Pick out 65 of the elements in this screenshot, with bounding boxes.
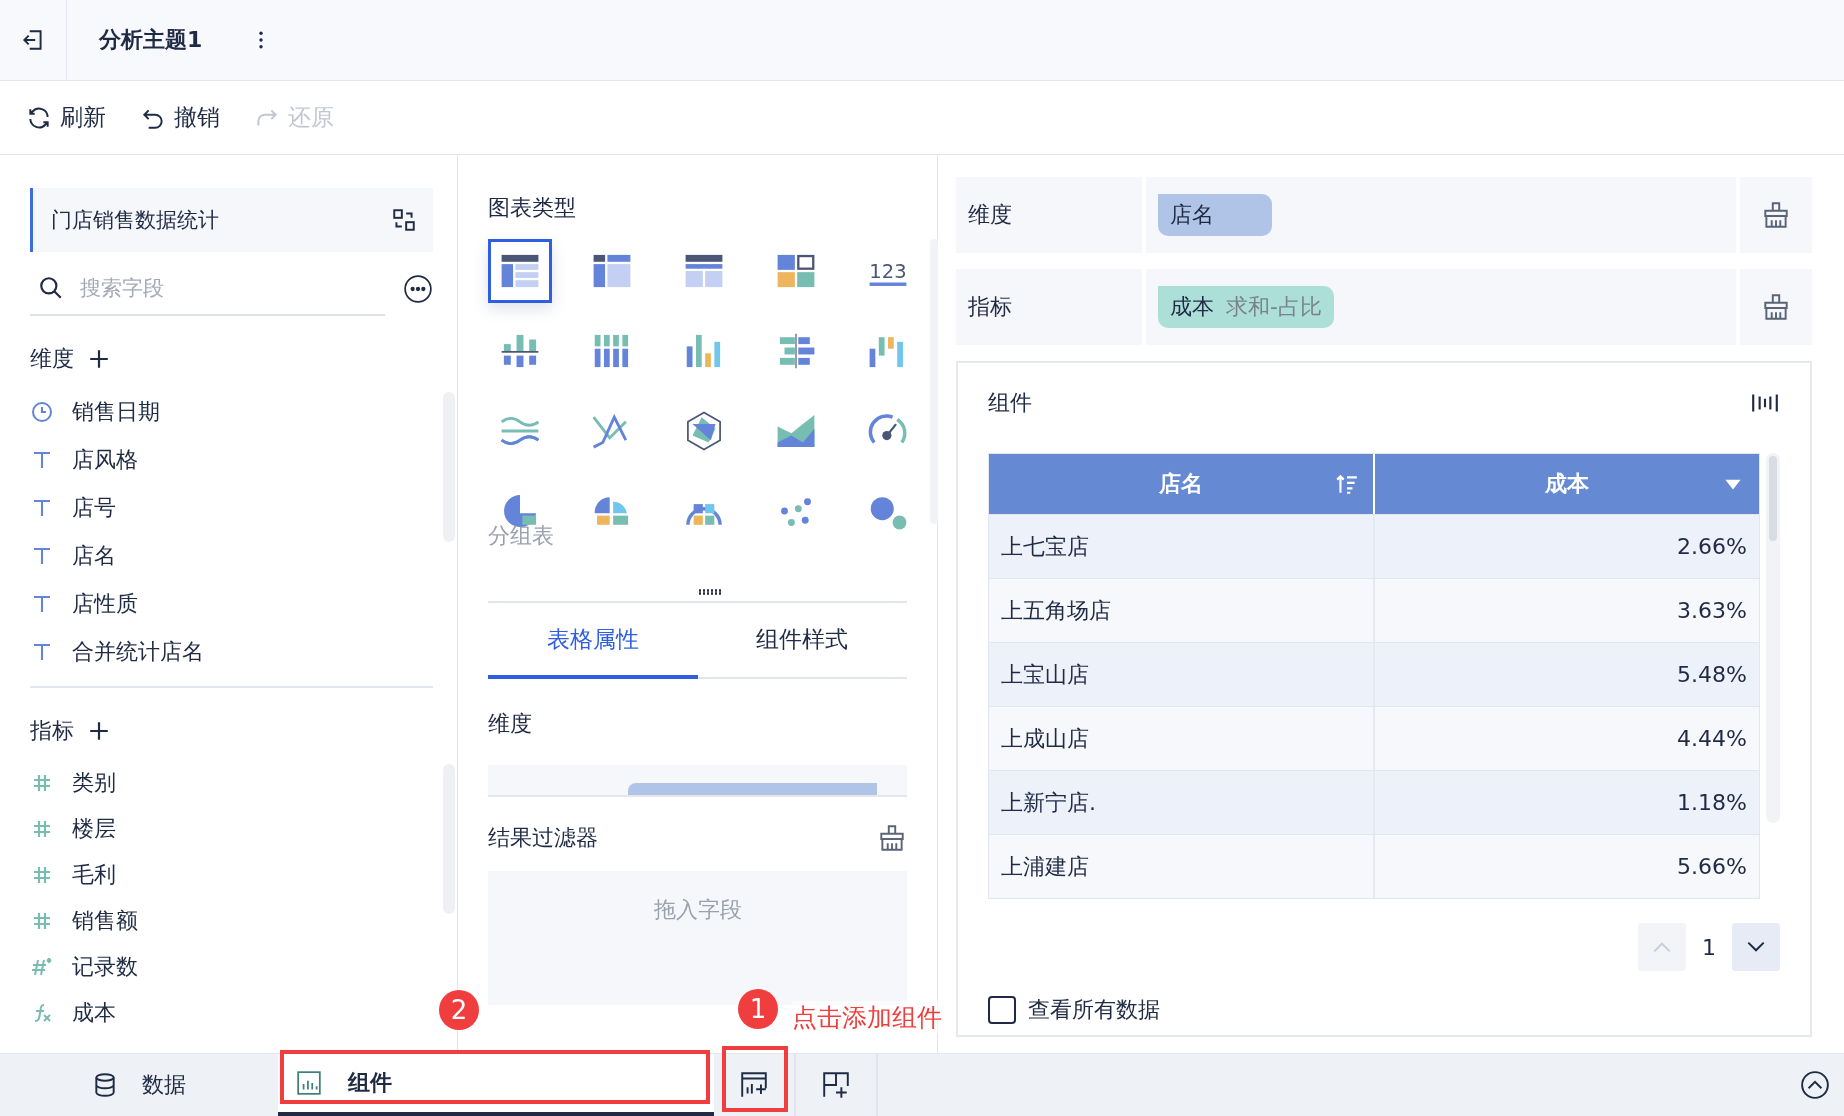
brush-icon[interactable] (1761, 200, 1791, 230)
bottom-tab[interactable]: 数据 (0, 1054, 278, 1116)
widget-title: 组件 (988, 389, 1032, 417)
field-item[interactable]: 楼层 (30, 806, 433, 852)
field-item[interactable]: 记录数 (30, 944, 433, 990)
analysis-title: 分析主题1 (99, 26, 203, 54)
table-cell-text: 2.66% (1676, 533, 1748, 561)
chart-type-button[interactable]: 123 (856, 239, 920, 303)
highlight-frame (722, 1046, 788, 1112)
annotation-text: 点击添加组件 (792, 1001, 942, 1034)
field-label: 指标 (956, 269, 1142, 345)
table-cell-text: 5.66% (1676, 853, 1748, 881)
scrollbar[interactable] (1766, 453, 1780, 823)
field-item[interactable]: 成本 (30, 990, 433, 1036)
field-pill[interactable]: 成本 求和-占比 (1158, 286, 1334, 328)
more-icon[interactable] (403, 274, 433, 304)
scrollbar[interactable] (930, 239, 938, 524)
undo-button[interactable]: 撤销 (140, 102, 220, 133)
field-item[interactable]: 店号 (30, 484, 433, 532)
add-icon[interactable] (88, 720, 110, 742)
field-item[interactable]: 销售日期 (30, 388, 433, 436)
field-item[interactable]: 店性质 (30, 580, 433, 628)
section-title: 结果过滤器 (488, 824, 598, 852)
field-item[interactable]: 店名 (30, 532, 433, 580)
add-chart-icon (739, 1070, 769, 1100)
field-item[interactable]: 店风格 (30, 436, 433, 484)
table-cell-text: 4.44% (1676, 725, 1748, 753)
database-icon (92, 1072, 118, 1098)
table-cell-text: 5.48% (1676, 661, 1748, 689)
chart-type-button[interactable] (488, 239, 552, 303)
chart-type-caption: 分组表 (488, 522, 555, 550)
field-item[interactable]: 类别 (30, 760, 433, 806)
collapse-icon[interactable] (1800, 1070, 1830, 1100)
page-number: 1 (1702, 934, 1716, 960)
section-title: 指标 (30, 717, 74, 745)
bottom-tab[interactable]: 组件 (278, 1054, 714, 1116)
step-number-badge: 2 (439, 990, 479, 1030)
more-vertical-icon[interactable] (258, 31, 265, 49)
table-cell-text: 1.18% (1676, 789, 1748, 817)
search-icon[interactable] (38, 275, 64, 301)
field-item[interactable]: 合并统计店名 (30, 628, 433, 676)
switch-icon[interactable] (391, 207, 417, 233)
panel-tab[interactable]: 组件样式 (697, 603, 907, 679)
chart-type-title: 图表类型 (488, 194, 577, 222)
search-field[interactable]: 搜索字段 (78, 275, 385, 301)
refresh-icon (26, 104, 52, 131)
dataset-header[interactable]: 门店销售数据统计 (30, 188, 433, 252)
bar-chart-icon (296, 1070, 322, 1096)
brush-icon[interactable] (877, 823, 907, 853)
brush-icon[interactable] (1761, 292, 1791, 322)
section-title: 维度 (488, 710, 533, 738)
refresh-button[interactable]: 刷新 (26, 102, 106, 133)
add-layout-icon (821, 1070, 851, 1100)
show-all-checkbox[interactable]: 查看所有数据 (988, 995, 1780, 1025)
field-item[interactable]: 毛利 (30, 852, 433, 898)
section-title: 维度 (30, 345, 74, 373)
sort-icon[interactable] (1335, 472, 1359, 496)
add-icon[interactable] (88, 348, 110, 370)
field-item[interactable]: 销售额 (30, 898, 433, 944)
field-label: 维度 (956, 177, 1142, 253)
field-pill[interactable]: 店名 (1158, 194, 1272, 236)
panel-tab[interactable]: 表格属性 (488, 603, 698, 679)
table-cell-text: 3.63% (1676, 597, 1748, 625)
clock-icon (30, 400, 54, 424)
table-cell: 上浦建店 (989, 835, 1375, 898)
